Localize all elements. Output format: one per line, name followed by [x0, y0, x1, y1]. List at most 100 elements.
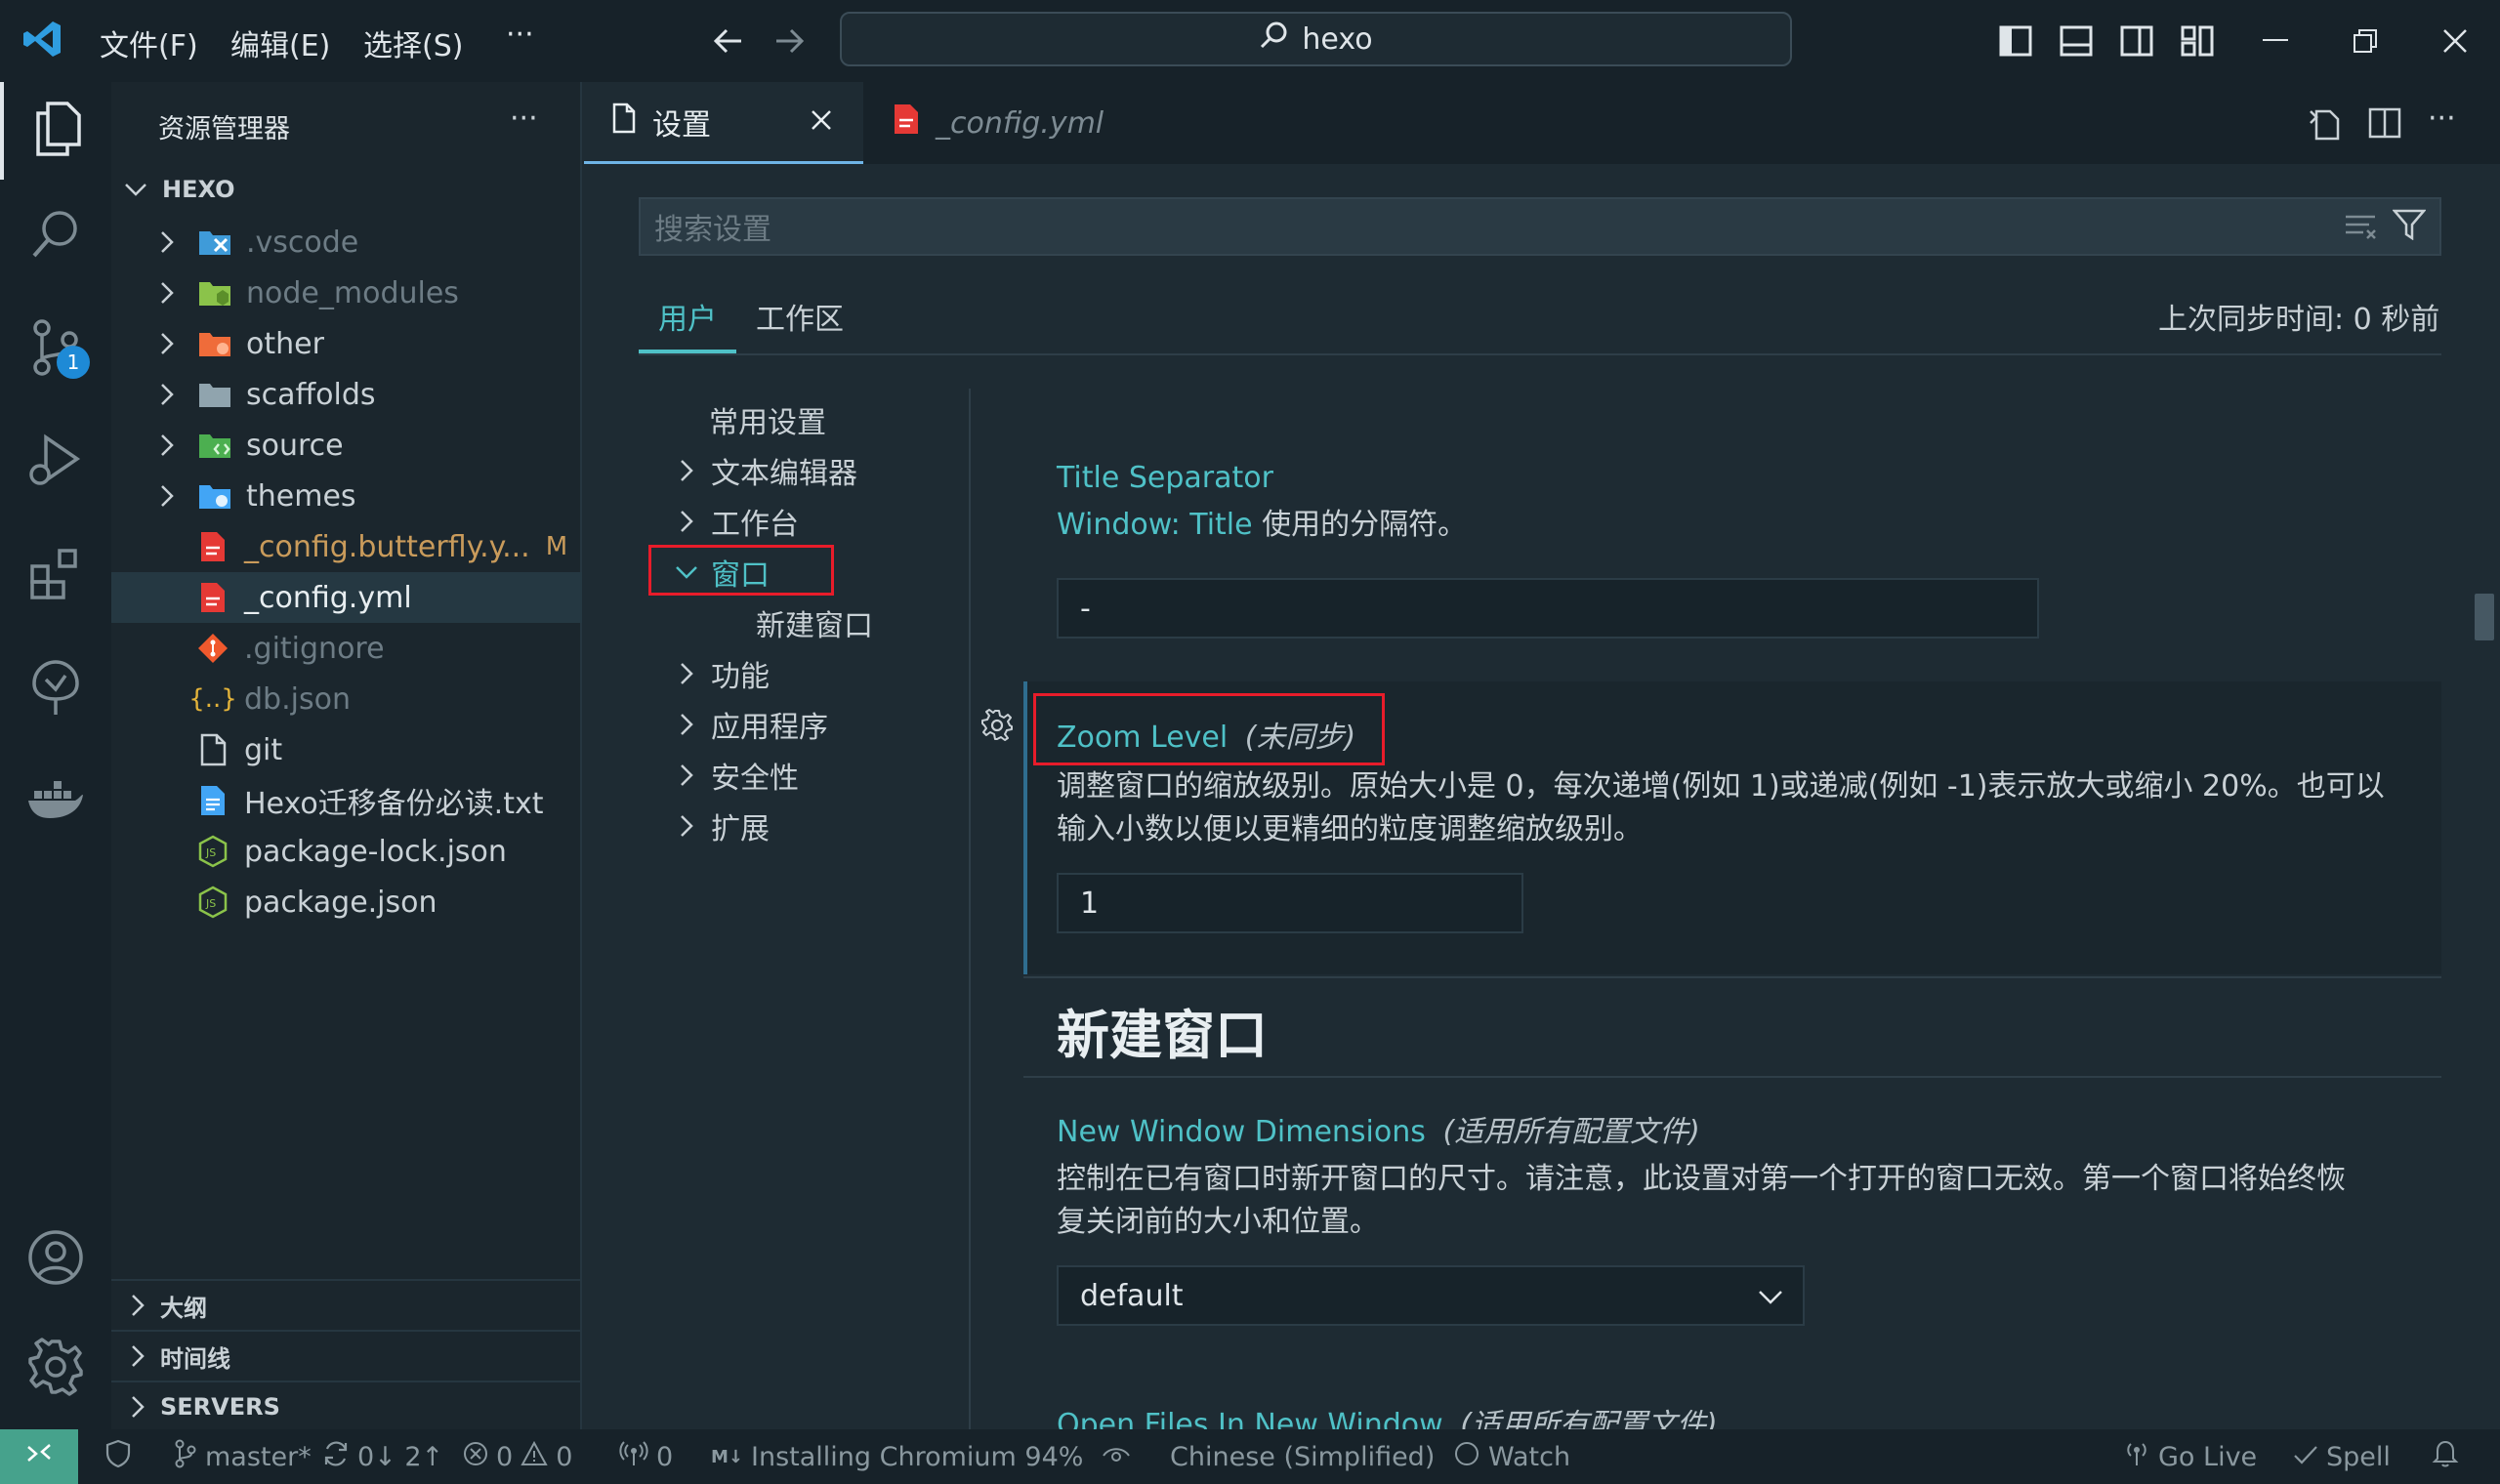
menu-file[interactable]: 文件(F) [100, 21, 198, 64]
menu-select[interactable]: 选择(S) [363, 21, 463, 64]
zoom-level-input[interactable]: 1 [1057, 873, 1523, 933]
toc-text-editor[interactable]: 文本编辑器 [674, 449, 857, 492]
tree-folder-vscode[interactable]: .vscode [111, 217, 582, 268]
window-title-link[interactable]: Window: Title [1057, 508, 1253, 542]
tree-folder-scaffolds[interactable]: scaffolds [111, 369, 582, 420]
toc-workbench[interactable]: 工作台 [674, 500, 799, 543]
new-window-dimensions-select[interactable]: default [1057, 1265, 1805, 1326]
source-control-activity[interactable]: 1 [0, 301, 111, 398]
tree-file-git[interactable]: git [111, 724, 582, 775]
toc-new-window[interactable]: 新建窗口 [756, 601, 873, 644]
notifications-status[interactable] [2432, 1429, 2459, 1484]
tree-file-config-yml[interactable]: _config.yml [111, 572, 582, 623]
open-settings-json-icon[interactable] [2305, 103, 2344, 143]
problems-status[interactable]: 0 0 [463, 1429, 572, 1484]
toc-application[interactable]: 应用程序 [674, 703, 828, 746]
tree-folder-themes[interactable]: themes [111, 471, 582, 521]
tree-item-label: package.json [244, 885, 438, 920]
close-tab-icon[interactable] [811, 104, 832, 139]
files-icon [30, 100, 85, 162]
tree-file-config-butterfly[interactable]: _config.butterfly.y... M [111, 521, 582, 572]
tree-folder-source[interactable]: source [111, 420, 582, 471]
tab-user-settings[interactable]: 用户 [658, 295, 717, 338]
workspace-root[interactable]: HEXO [111, 164, 582, 215]
remote-explorer-activity[interactable] [0, 640, 111, 738]
spell-status[interactable]: Spell [2293, 1429, 2391, 1484]
broadcast-icon [619, 1440, 648, 1474]
forward-arrow-icon[interactable] [770, 21, 809, 61]
command-center[interactable]: hexo [840, 12, 1792, 66]
toggle-primary-sidebar-icon[interactable] [1996, 21, 2035, 61]
toc-common[interactable]: 常用设置 [709, 398, 826, 441]
restore-icon[interactable] [2346, 21, 2385, 61]
explorer-activity[interactable] [0, 82, 111, 180]
tree-item-label: node_modules [246, 275, 459, 310]
node-folder-icon [197, 275, 232, 310]
tab-workspace-settings[interactable]: 工作区 [756, 295, 844, 338]
toc-label: 扩展 [711, 812, 770, 846]
broadcast-icon [2123, 1440, 2150, 1474]
toggle-secondary-sidebar-icon[interactable] [2117, 21, 2156, 61]
toc-security[interactable]: 安全性 [674, 754, 799, 797]
language-status[interactable]: Chinese (Simplified) [1170, 1429, 1435, 1484]
search-activity[interactable] [0, 187, 111, 285]
menu-edit[interactable]: 编辑(E) [230, 21, 330, 64]
toc-label: 功能 [711, 660, 770, 694]
docker-activity[interactable] [0, 754, 111, 851]
task-progress-status[interactable]: M↓ Installing Chromium 94% [711, 1429, 1083, 1484]
chevron-right-icon [125, 1293, 150, 1318]
tree-file-package-lock[interactable]: JS package-lock.json [111, 826, 582, 877]
close-window-icon[interactable] [2436, 21, 2475, 61]
minimize-icon[interactable] [2256, 21, 2295, 61]
manage-activity[interactable] [0, 1320, 111, 1418]
title-separator-input[interactable]: - [1057, 578, 2039, 639]
remote-indicator[interactable] [0, 1429, 78, 1484]
split-editor-icon[interactable] [2365, 103, 2404, 143]
toc-window[interactable]: 窗口 [674, 551, 770, 594]
tree-folder-node-modules[interactable]: node_modules [111, 268, 582, 318]
explorer-more-button[interactable]: ··· [510, 102, 538, 136]
setting-open-files-title: Open Files In New Window (适用所有配置文件) [1057, 1408, 1718, 1429]
chevron-down-icon [123, 177, 148, 202]
editor-more-button[interactable]: ··· [2428, 102, 2456, 136]
customize-layout-icon[interactable] [2178, 21, 2217, 61]
accounts-activity[interactable] [0, 1211, 111, 1308]
settings-scrollbar-thumb[interactable] [2475, 594, 2494, 640]
toc-features[interactable]: 功能 [674, 652, 770, 695]
tree-file-package-json[interactable]: JS package.json [111, 877, 582, 928]
clear-filter-icon[interactable] [2344, 211, 2379, 244]
tree-file-db-json[interactable]: {..} db.json [111, 674, 582, 724]
servers-section[interactable]: SERVERS [111, 1381, 582, 1431]
extensions-activity[interactable] [0, 527, 111, 625]
tree-item-label: source [246, 428, 344, 463]
chevron-right-icon [125, 1343, 150, 1369]
branch-status[interactable]: master* [174, 1429, 312, 1484]
ports-status[interactable]: 0 [619, 1429, 673, 1484]
timeline-section[interactable]: 时间线 [111, 1330, 582, 1381]
back-arrow-icon[interactable] [709, 21, 748, 61]
run-debug-activity[interactable] [0, 414, 111, 512]
menu-more[interactable]: ··· [506, 18, 534, 52]
tree-file-hexo-readme[interactable]: Hexo迁移备份必读.txt [111, 775, 582, 826]
settings-search-input[interactable]: 搜索设置 [639, 197, 2441, 256]
tree-file-gitignore[interactable]: .gitignore [111, 623, 582, 674]
outline-section[interactable]: 大纲 [111, 1279, 582, 1330]
shield-status[interactable] [105, 1429, 131, 1484]
search-icon [1259, 21, 1288, 58]
tab-settings[interactable]: 设置 [584, 82, 863, 164]
gear-icon [26, 1338, 85, 1400]
go-live-status[interactable]: Go Live [2123, 1429, 2257, 1484]
setting-new-window-dimensions-title: New Window Dimensions (适用所有配置文件) [1057, 1115, 1700, 1149]
tree-folder-other[interactable]: other [111, 318, 582, 369]
sync-status-item[interactable]: 0↓ 2↑ [322, 1429, 443, 1484]
tab-config-yml[interactable]: _config.yml [893, 82, 1104, 164]
setting-gear-icon[interactable] [980, 709, 1014, 746]
timeline-label: 时间线 [160, 1344, 230, 1373]
toggle-panel-icon[interactable] [2057, 21, 2096, 61]
filter-icon[interactable] [2392, 209, 2427, 244]
watch-status[interactable]: Watch [1453, 1429, 1570, 1484]
toc-label: 应用程序 [711, 711, 828, 745]
other-folder-icon [197, 326, 232, 361]
preview-status[interactable] [1102, 1429, 1131, 1484]
toc-extensions[interactable]: 扩展 [674, 804, 770, 847]
